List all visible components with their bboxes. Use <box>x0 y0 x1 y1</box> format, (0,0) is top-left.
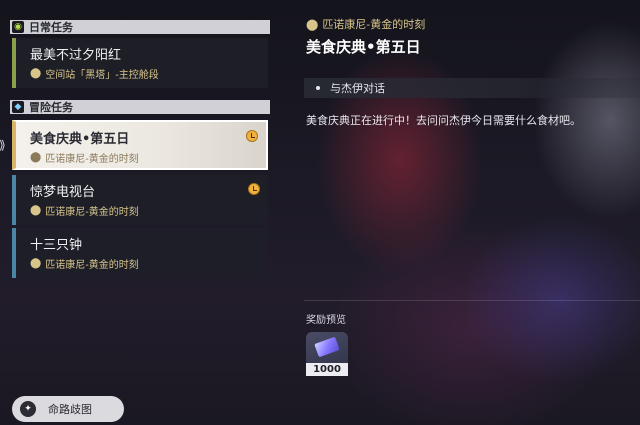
quest-list-panel: ◉ 日常任务 最美不过夕阳红 ⬤ 空间站「黑塔」-主控舱段 ◆ 冒险任务 ⟫ 美… <box>0 0 290 425</box>
quest-detail-panel: ⬤ 匹诺康尼-黄金的时刻 美食庆典•第五日 与杰伊对话 美食庆典正在进行中！去问… <box>300 0 640 425</box>
quest-title: 美食庆典•第五日 <box>30 132 130 147</box>
daily-quests-header: ◉ 日常任务 <box>10 20 270 34</box>
quest-location-text: 空间站「黑塔」-主控舱段 <box>45 70 159 81</box>
location-pin-icon: ⬤ <box>30 258 42 269</box>
timer-clock-icon <box>248 183 260 195</box>
quest-title: 十三只钟 <box>30 238 83 253</box>
objective-bar: 与杰伊对话 <box>304 78 640 98</box>
quest-item-adventure-1[interactable]: 美食庆典•第五日 ⬤ 匹诺康尼-黄金的时刻 <box>12 120 268 170</box>
quest-title: 最美不过夕阳红 <box>30 48 122 63</box>
detail-title: 美食庆典•第五日 <box>306 38 421 56</box>
location-pin-icon: ⬤ <box>30 68 42 79</box>
reward-divider <box>304 300 640 301</box>
daily-quests-label: 日常任务 <box>29 21 73 34</box>
selection-arrow-icon: ⟫ <box>0 138 6 152</box>
quest-description: 美食庆典正在进行中！去问问杰伊今日需要什么食材吧。 <box>306 114 581 127</box>
timer-clock-icon <box>246 130 258 142</box>
objective-text: 与杰伊对话 <box>330 82 385 95</box>
quest-item-daily-1[interactable]: 最美不过夕阳红 ⬤ 空间站「黑塔」-主控舱段 <box>12 38 268 88</box>
quest-title: 惊梦电视台 <box>30 185 96 200</box>
diamond-icon: ◆ <box>12 101 24 113</box>
branching-path-icon: ✦ <box>20 401 36 417</box>
location-pin-icon: ⬤ <box>30 152 42 163</box>
quest-item-adventure-3[interactable]: 十三只钟 ⬤ 匹诺康尼-黄金的时刻 <box>12 228 268 278</box>
detail-location: ⬤ 匹诺康尼-黄金的时刻 <box>306 16 425 32</box>
path-map-button[interactable]: ✦ 命路歧图 <box>12 396 124 422</box>
adventure-quests-header: ◆ 冒险任务 <box>10 100 270 114</box>
quest-location: ⬤ 空间站「黑塔」-主控舱段 <box>30 66 159 81</box>
location-pin-icon: ⬤ <box>30 205 42 216</box>
detail-location-text: 匹诺康尼-黄金的时刻 <box>322 18 426 31</box>
reward-preview-label: 奖励预览 <box>306 315 346 326</box>
eye-icon: ◉ <box>12 21 24 33</box>
path-map-button-label: 命路歧图 <box>48 403 92 416</box>
location-pin-icon: ⬤ <box>306 17 319 31</box>
adventure-quests-label: 冒险任务 <box>29 101 73 114</box>
quest-location-text: 匹诺康尼-黄金的时刻 <box>45 260 139 271</box>
quest-location: ⬤ 匹诺康尼-黄金的时刻 <box>30 256 139 271</box>
gem-icon <box>314 336 340 358</box>
quest-location: ⬤ 匹诺康尼-黄金的时刻 <box>30 150 139 165</box>
reward-item[interactable]: 1000 <box>306 332 348 376</box>
quest-location-text: 匹诺康尼-黄金的时刻 <box>45 207 139 218</box>
reward-count: 1000 <box>306 363 348 376</box>
quest-location: ⬤ 匹诺康尼-黄金的时刻 <box>30 203 139 218</box>
quest-location-text: 匹诺康尼-黄金的时刻 <box>45 154 139 165</box>
bullet-dot <box>316 86 320 90</box>
quest-item-adventure-2[interactable]: 惊梦电视台 ⬤ 匹诺康尼-黄金的时刻 <box>12 175 268 225</box>
mission-log-screen: ◉ 日常任务 最美不过夕阳红 ⬤ 空间站「黑塔」-主控舱段 ◆ 冒险任务 ⟫ 美… <box>0 0 640 425</box>
